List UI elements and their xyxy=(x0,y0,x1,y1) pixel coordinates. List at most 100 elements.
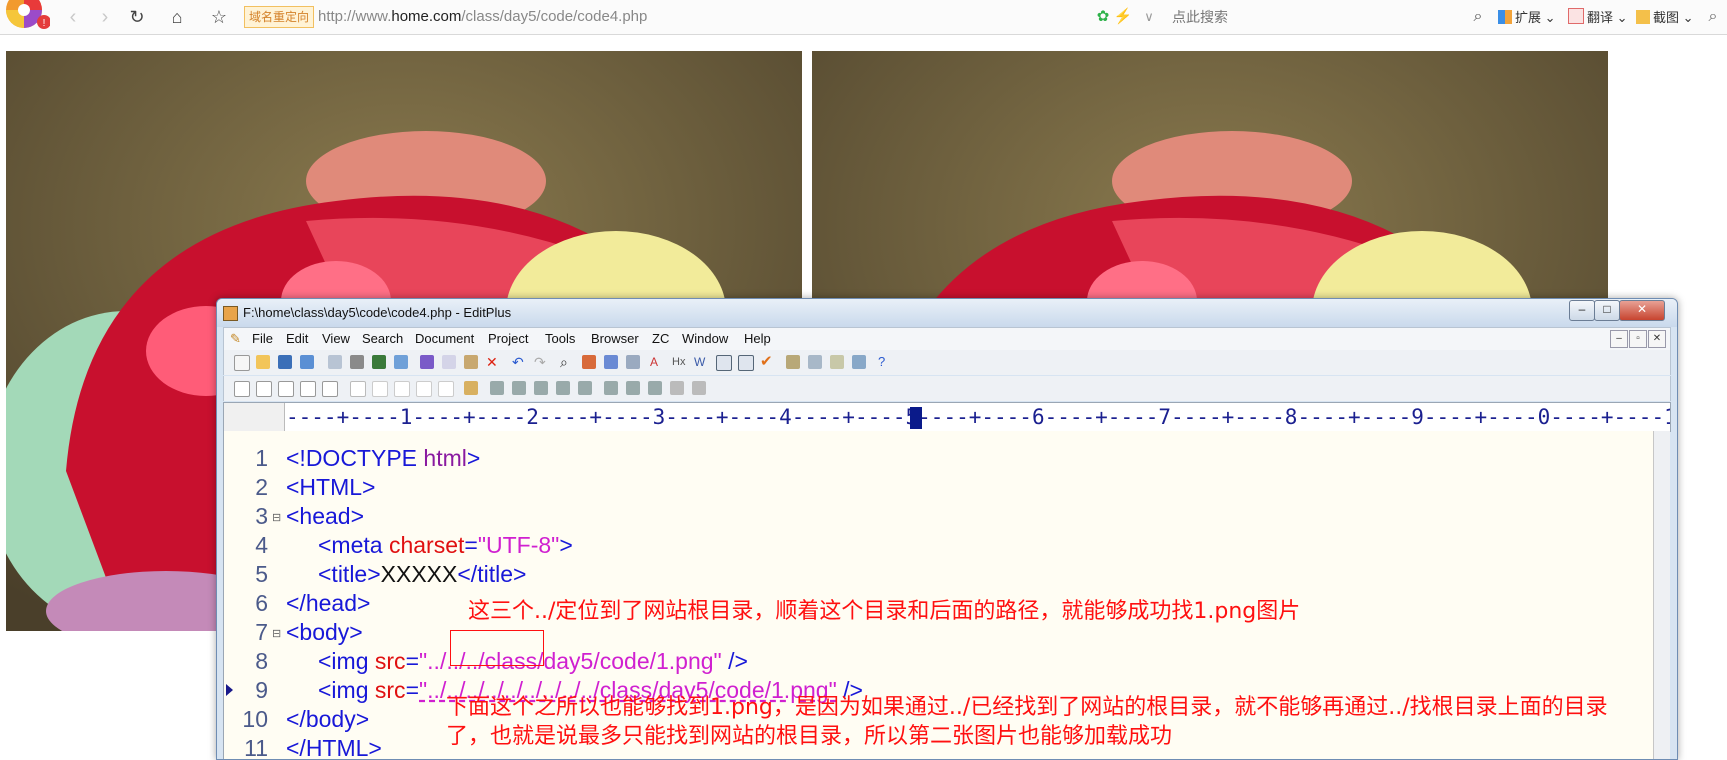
output-window-icon[interactable] xyxy=(830,355,844,369)
new-file-icon[interactable] xyxy=(234,355,250,371)
window-list-icon[interactable] xyxy=(852,355,866,369)
maximize-button[interactable]: □ xyxy=(1594,300,1620,321)
code-token: </head> xyxy=(286,590,371,616)
copy-icon[interactable] xyxy=(442,355,456,369)
extensions-button[interactable]: 扩展 ⌄ xyxy=(1498,7,1556,26)
browser-preview-icon[interactable] xyxy=(394,355,408,369)
line-number-toggle-icon[interactable] xyxy=(716,355,732,371)
forward-icon[interactable]: › xyxy=(92,4,118,30)
menu-window[interactable]: Window xyxy=(682,331,728,346)
reload-icon[interactable]: ↻ xyxy=(124,4,150,30)
search-icon[interactable]: ⌕ xyxy=(1465,4,1491,30)
code-token: src xyxy=(374,677,406,703)
redo-icon[interactable]: ↷ xyxy=(534,355,548,369)
fold-marker-icon[interactable]: ⊟ xyxy=(272,627,281,640)
menu-tools[interactable]: Tools xyxy=(545,331,575,346)
print-icon[interactable] xyxy=(350,355,364,369)
find-in-files-icon[interactable] xyxy=(604,355,618,369)
user-tool-7-icon[interactable] xyxy=(626,381,640,395)
template-7-icon[interactable] xyxy=(372,381,388,397)
address-bar[interactable]: http://www.home.com/class/day5/code/code… xyxy=(318,6,1078,28)
user-tool-5-icon[interactable] xyxy=(578,381,592,395)
cut-icon[interactable] xyxy=(420,355,434,369)
template-4-icon[interactable] xyxy=(300,381,316,397)
code-token: <body> xyxy=(286,619,363,645)
template-9-icon[interactable] xyxy=(416,381,432,397)
translate-button[interactable]: 翻译 ⌄ xyxy=(1568,7,1628,26)
menu-edit[interactable]: Edit xyxy=(286,331,308,346)
code-token: <img xyxy=(318,677,375,703)
vertical-scrollbar[interactable] xyxy=(1653,431,1670,759)
user-tool-8-icon[interactable] xyxy=(648,381,662,395)
menu-file[interactable]: File xyxy=(252,331,273,346)
template-10-icon[interactable] xyxy=(438,381,454,397)
save-icon[interactable] xyxy=(278,355,292,369)
menu-document[interactable]: Document xyxy=(415,331,474,346)
template-5-icon[interactable] xyxy=(322,381,338,397)
user-tool-6-icon[interactable] xyxy=(604,381,618,395)
menu-view[interactable]: View xyxy=(322,331,350,346)
ruler-toggle-icon[interactable] xyxy=(738,355,754,371)
menu-zc[interactable]: ZC xyxy=(652,331,669,346)
code-line-4: <meta charset="UTF-8"> xyxy=(318,532,573,559)
back-icon[interactable]: ‹ xyxy=(60,4,86,30)
font-icon[interactable]: A xyxy=(650,355,664,369)
template-2-icon[interactable] xyxy=(256,381,272,397)
template-1-icon[interactable] xyxy=(234,381,250,397)
bookmark-star-icon[interactable]: ☆ xyxy=(206,4,232,30)
ruler-gutter xyxy=(224,403,285,431)
find-icon[interactable]: ⌕ xyxy=(560,355,574,369)
paste-icon[interactable] xyxy=(464,355,478,369)
directory-icon[interactable] xyxy=(808,355,822,369)
user-tool-4-icon[interactable] xyxy=(556,381,570,395)
cliptext-icon[interactable] xyxy=(786,355,800,369)
replace-icon[interactable] xyxy=(582,355,596,369)
help-pointer-icon[interactable]: ? xyxy=(878,355,892,369)
open-folder-icon[interactable] xyxy=(256,355,270,369)
lightning-icon[interactable]: ⚡ xyxy=(1110,4,1136,30)
code-token: </title> xyxy=(457,561,527,587)
code-token: <img xyxy=(318,648,375,674)
browser-logo[interactable]: ! xyxy=(2,0,50,34)
fold-marker-icon[interactable]: ⊟ xyxy=(272,511,281,524)
minimize-button[interactable]: – xyxy=(1569,300,1595,321)
template-8-icon[interactable] xyxy=(394,381,410,397)
template-3-icon[interactable] xyxy=(278,381,294,397)
code-token: html xyxy=(423,445,467,471)
goto-line-icon[interactable] xyxy=(626,355,640,369)
search-icon-right[interactable]: ⌕ xyxy=(1700,4,1726,30)
template-6-icon[interactable] xyxy=(350,381,366,397)
menu-help[interactable]: Help xyxy=(744,331,771,346)
doc-minimize-button[interactable]: – xyxy=(1610,330,1628,348)
spellcheck-icon[interactable] xyxy=(372,355,386,369)
user-tool-2-icon[interactable] xyxy=(512,381,526,395)
user-tool-3-icon[interactable] xyxy=(534,381,548,395)
hex-icon[interactable]: Hx xyxy=(672,355,686,369)
user-tool-config-icon[interactable] xyxy=(464,381,478,395)
menu-browser[interactable]: Browser xyxy=(591,331,639,346)
redirect-badge[interactable]: 域名重定向 xyxy=(244,6,315,28)
menu-search[interactable]: Search xyxy=(362,331,403,346)
user-tool-10-icon[interactable] xyxy=(692,381,706,395)
checkmark-icon[interactable]: ✔ xyxy=(760,354,774,369)
line-number: 2 xyxy=(255,474,268,500)
editplus-titlebar[interactable]: F:\home\class\day5\code\code4.php - Edit… xyxy=(217,299,1677,327)
close-button[interactable]: ✕ xyxy=(1619,300,1665,321)
doc-close-button[interactable]: ✕ xyxy=(1648,330,1666,348)
code-token: "UTF-8" xyxy=(477,532,560,558)
save-all-icon[interactable] xyxy=(300,355,314,369)
user-tool-1-icon[interactable] xyxy=(490,381,504,395)
search-input[interactable]: 点此搜索 xyxy=(1172,6,1472,28)
home-icon[interactable]: ⌂ xyxy=(164,4,190,30)
screenshot-button[interactable]: 截图 ⌄ xyxy=(1636,7,1694,26)
chevron-down-icon[interactable]: ∨ xyxy=(1136,4,1162,30)
user-tool-9-icon[interactable] xyxy=(670,381,684,395)
delete-icon[interactable]: ✕ xyxy=(486,355,500,369)
undo-icon[interactable]: ↶ xyxy=(512,355,526,369)
word-wrap-icon[interactable]: W xyxy=(694,355,708,369)
print-preview-icon[interactable] xyxy=(328,355,342,369)
annotation-bottom-line1: 下面这个之所以也能够找到1.png，是因为如果通过../已经找到了网站的根目录，… xyxy=(446,695,1608,720)
code-token: <!DOCTYPE xyxy=(286,445,424,471)
menu-project[interactable]: Project xyxy=(488,331,528,346)
doc-restore-button[interactable]: ▫ xyxy=(1629,330,1647,348)
